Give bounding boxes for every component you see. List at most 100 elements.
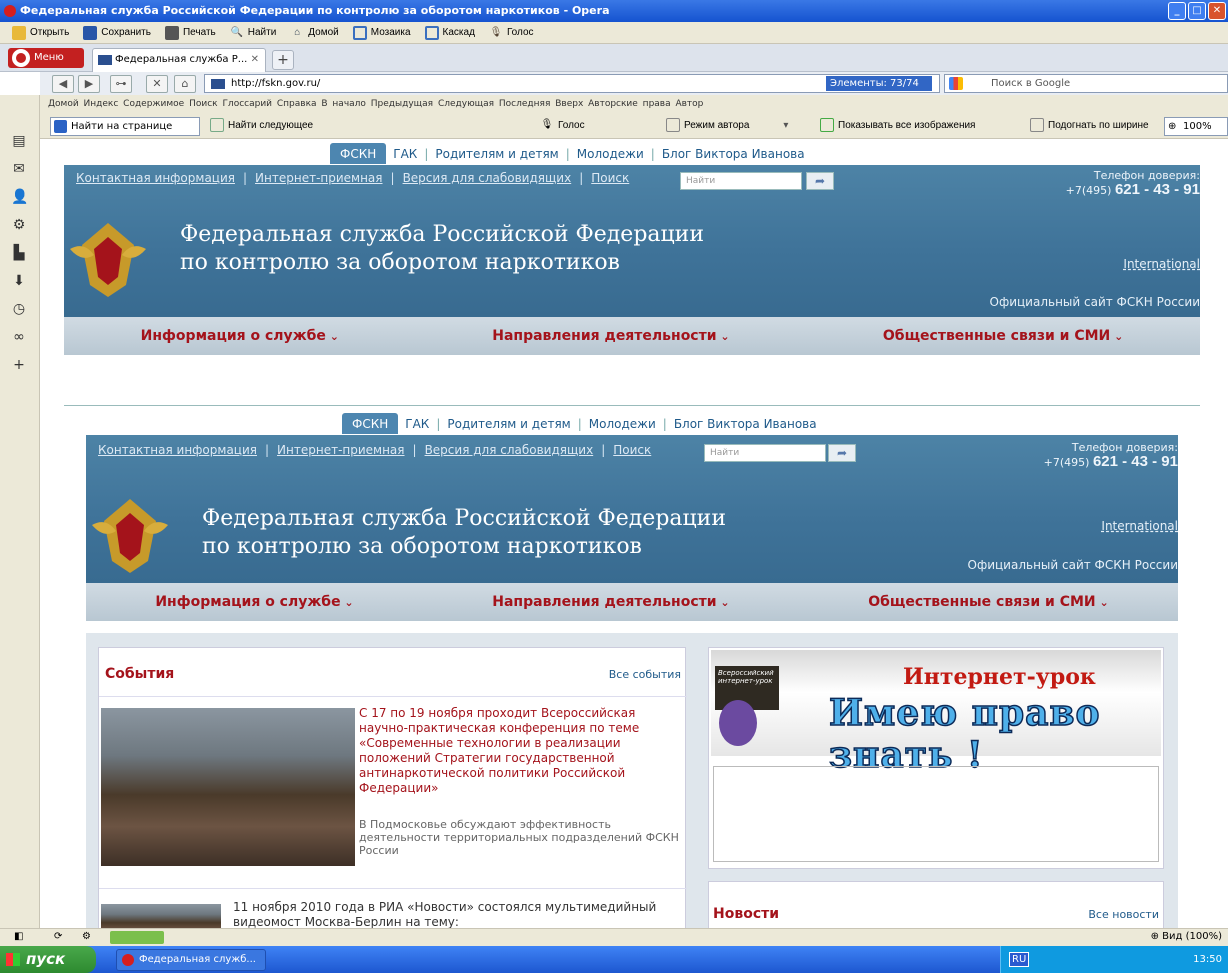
all-news-link[interactable]: Все новости (1088, 908, 1159, 921)
close-window-button[interactable]: ✕ (1208, 2, 1226, 20)
favicon-icon (98, 55, 112, 65)
author-mode-button[interactable]: Режим автора ▾ (666, 118, 788, 132)
international-link[interactable]: International (1101, 519, 1178, 533)
home-button[interactable]: ⌂ Домой (290, 26, 339, 40)
search-link[interactable]: Поиск (613, 443, 651, 457)
maximize-button[interactable]: □ (1188, 2, 1206, 20)
reception-link[interactable]: Интернет-приемная (277, 443, 404, 457)
event-headline-1[interactable]: С 17 по 19 ноября проходит Всероссийская… (359, 706, 679, 796)
menu-directions[interactable]: Направления деятельности (492, 594, 729, 610)
tile-icon (352, 25, 367, 40)
history-panel-icon[interactable]: ◷ (11, 301, 27, 317)
site-tab-fskn[interactable]: ФСКН (330, 143, 387, 164)
notes-panel-icon[interactable]: ▙ (11, 245, 27, 261)
site-tab-youth[interactable]: Молодежи (577, 147, 644, 161)
conference-photo[interactable] (101, 708, 355, 866)
find-next-button[interactable]: Найти следующее (210, 118, 313, 132)
sync-icon[interactable]: ⟳ (54, 931, 62, 942)
printer-icon (164, 25, 179, 40)
unite-icon[interactable]: ⚙ (82, 931, 91, 942)
contacts-panel-icon[interactable]: 👤 (11, 189, 28, 205)
minimize-button[interactable]: _ (1168, 2, 1186, 20)
low-vision-link[interactable]: Версия для слабовидящих (425, 443, 594, 457)
stop-button[interactable]: ✕ (146, 75, 168, 93)
print-button[interactable]: Печать (164, 25, 216, 40)
save-button[interactable]: Сохранить (83, 25, 151, 40)
menu-public-relations[interactable]: Общественные связи и СМИ (883, 328, 1123, 344)
panel-toggle-icon[interactable]: ◧ (14, 931, 23, 942)
wand-button[interactable]: ⊶ (110, 75, 132, 93)
voice-button[interactable]: 🎙 Голос (489, 26, 534, 40)
home-nav-button[interactable]: ⌂ (174, 75, 196, 93)
bookmarks-panel-icon[interactable]: ▤ (11, 133, 27, 149)
elements-counter[interactable]: Элементы: 73/74 (826, 76, 932, 91)
mail-panel-icon[interactable]: ✉ (11, 161, 27, 177)
reception-link[interactable]: Интернет-приемная (255, 171, 382, 185)
menu-public-relations[interactable]: Общественные связи и СМИ (868, 594, 1108, 610)
site-tab-blog[interactable]: Блог Виктора Иванова (662, 147, 805, 161)
event-text-2[interactable]: 11 ноября 2010 года в РИА «Новости» сост… (233, 900, 673, 928)
home-icon: ⌂ (294, 26, 301, 38)
tab-fskn[interactable]: Федеральная служба Р... ✕ (92, 48, 266, 72)
language-indicator[interactable]: RU (1009, 952, 1030, 967)
page-viewport: ФСКН ГАК | Родителям и детям | Молодежи | Б… (40, 139, 1228, 928)
site-tab-youth[interactable]: Молодежи (589, 417, 656, 431)
system-tray: RU 13:50 (1000, 946, 1228, 973)
site-search-go-button[interactable]: ➦ (828, 444, 856, 462)
videobridge-photo[interactable] (101, 904, 221, 928)
show-images-button[interactable]: Показывать все изображения (820, 118, 975, 132)
site-tab-fskn[interactable]: ФСКН (342, 413, 399, 434)
open-button[interactable]: Открыть (12, 25, 69, 40)
site-title-2: Федеральная служба Российской Федерации … (202, 506, 726, 559)
new-tab-button[interactable]: + (272, 50, 294, 70)
cascade-button[interactable]: Каскад (424, 25, 475, 40)
site-tab-parents[interactable]: Родителям и детям (435, 147, 558, 161)
add-panel-icon[interactable]: + (11, 357, 27, 373)
menu-about-service[interactable]: Информация о службе (155, 594, 353, 610)
low-vision-link[interactable]: Версия для слабовидящих (403, 171, 572, 185)
contact-info-link[interactable]: Контактная информация (76, 171, 235, 185)
tab-close-icon[interactable]: ✕ (251, 49, 259, 71)
google-icon (949, 77, 963, 90)
navigation-links-bar[interactable]: Домой Индекс Содержимое Поиск Глоссарий … (40, 95, 1228, 113)
opera-menu-button[interactable]: Меню (8, 48, 84, 68)
site-tab-parents[interactable]: Родителям и детям (447, 417, 570, 431)
international-link[interactable]: International (1123, 257, 1200, 271)
fit-width-icon (1030, 118, 1044, 132)
site-search-input[interactable]: Найти (704, 444, 826, 462)
menu-about-service[interactable]: Информация о службе (141, 328, 339, 344)
dropdown-arrow-icon[interactable]: ▾ (783, 120, 788, 131)
search-link[interactable]: Поиск (591, 171, 629, 185)
find-on-page-input[interactable]: Найти на странице (50, 117, 200, 136)
events-title: События (105, 666, 175, 682)
zoom-select[interactable]: ⊕ 100% (1164, 117, 1228, 136)
site-tab-gak[interactable]: ГАК (405, 417, 429, 431)
turbo-icon[interactable] (110, 931, 164, 944)
tile-button[interactable]: Мозаика (352, 25, 411, 40)
forward-button[interactable]: ▶ (78, 75, 100, 93)
start-button[interactable]: пуск (0, 946, 96, 973)
site-tab-blog[interactable]: Блог Виктора Иванова (674, 417, 817, 431)
find-button[interactable]: 🔍 Найти (230, 26, 277, 40)
widgets-panel-icon[interactable]: ⚙ (11, 217, 27, 233)
back-button[interactable]: ◀ (52, 75, 74, 93)
links-panel-icon[interactable]: ∞ (11, 329, 27, 345)
fit-width-button[interactable]: Подогнать по ширине (1030, 118, 1149, 132)
downloads-panel-icon[interactable]: ⬇ (11, 273, 27, 289)
opera-logo-icon (122, 954, 134, 966)
all-events-link[interactable]: Все события (609, 668, 681, 681)
taskbar-opera-window[interactable]: Федеральная служб... (116, 949, 266, 971)
window-titlebar: Федеральная служба Российской Федерации … (0, 0, 1228, 22)
contact-info-link[interactable]: Контактная информация (98, 443, 257, 457)
menu-directions[interactable]: Направления деятельности (492, 328, 729, 344)
site-search-go-button[interactable]: ➦ (806, 172, 834, 190)
internet-lesson-banner[interactable]: Всероссийский интернет-урок Интернет-уро… (711, 650, 1161, 777)
site-search-input[interactable]: Найти (680, 172, 802, 190)
google-search-field[interactable]: Поиск в Google (944, 74, 1228, 93)
site-tab-gak[interactable]: ГАК (393, 147, 417, 161)
lesson-embed-box[interactable] (713, 766, 1159, 862)
opera-logo-icon (4, 5, 16, 17)
magnifier-icon: 🔍 (230, 26, 243, 38)
voice-tool-button[interactable]: 🎙 Голос (540, 118, 585, 132)
view-zoom-label[interactable]: ⊕ Вид (100%) (1151, 931, 1222, 942)
